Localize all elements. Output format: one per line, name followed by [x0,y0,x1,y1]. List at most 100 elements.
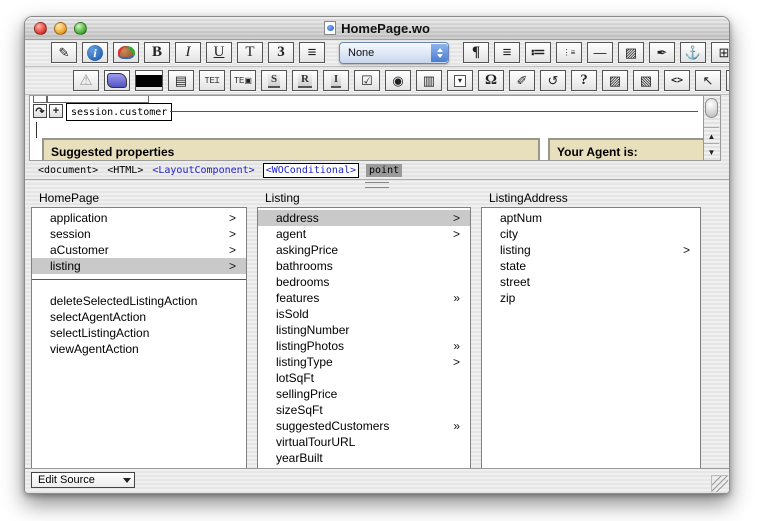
key-row[interactable]: address > [258,210,470,226]
scrollbar-thumb[interactable] [705,98,718,118]
frames-button[interactable]: ⊞ [711,42,730,63]
key-row[interactable]: zip [482,290,700,306]
image-button[interactable]: ▨ [618,42,644,63]
key-row[interactable]: lotSqFt [258,370,470,386]
black-swatch-icon[interactable] [135,70,163,91]
splitter-grip-icon[interactable] [365,182,389,188]
icon-glyph [118,46,135,59]
path-token[interactable]: <document> [37,164,99,177]
anchor-icon[interactable]: ⚓ [680,42,706,63]
key-row[interactable]: listing > [482,242,700,258]
action-row[interactable]: selectListingAction [32,325,246,341]
warning-icon[interactable]: ⚠ [73,70,99,91]
edit-pane[interactable]: ↷ + session.customer Suggested propertie… [29,95,721,161]
browser-list-button[interactable]: ▥ [416,70,442,91]
path-token[interactable]: point [366,164,402,177]
numbered-list-button[interactable]: ⋮≡ [556,42,582,63]
text-area-button[interactable]: TE▣ [230,70,256,91]
style-popup[interactable]: None [339,42,449,64]
add-binding-button[interactable]: + [49,104,63,118]
horizontal-rule-button[interactable]: — [587,42,613,63]
key-row[interactable]: yearBuilt [258,450,470,466]
scroll-up-button[interactable]: ▲ [704,127,719,144]
icon-glyph: ≡ [503,45,512,60]
path-token[interactable]: <WOConditional> [263,163,359,178]
pen-icon[interactable]: ✐ [509,70,535,91]
suggested-properties-cell[interactable]: Suggested properties [42,138,540,161]
key-row[interactable]: features » [258,290,470,306]
reset-button-icon[interactable]: R [292,70,318,91]
component-content-icon[interactable] [104,70,130,91]
edit-pane-scrollbar[interactable]: ▲ ▼ [703,96,720,160]
key-row[interactable]: isSold [258,306,470,322]
bullet-list-button[interactable]: ≔ [525,42,551,63]
key-row[interactable]: agent > [258,226,470,242]
close-button[interactable] [34,22,47,35]
text-field-button[interactable]: TEꞮ [199,70,225,91]
your-agent-cell[interactable]: Your Agent is: [548,138,708,161]
info-icon[interactable]: i [82,42,108,63]
popup-menu-button[interactable]: ▾ [447,70,473,91]
heading-button[interactable]: 3 [268,42,294,63]
minimize-button[interactable] [54,22,67,35]
submit-button-icon[interactable]: S [261,70,287,91]
key-row[interactable]: application > [32,210,246,226]
key-row[interactable]: aptNum [482,210,700,226]
java-applet-icon[interactable]: ☕ [726,70,730,91]
title-bar[interactable]: HomePage.wo [25,17,729,40]
key-row[interactable]: city [482,226,700,242]
image-button-icon[interactable]: I [323,70,349,91]
condition-binding-box[interactable]: session.customer [66,103,172,121]
action-row[interactable]: deleteSelectedListingAction [32,293,246,309]
radio-button-icon[interactable]: ◉ [385,70,411,91]
edit-mode-popup[interactable]: Edit Source [31,472,135,488]
key-row[interactable]: session > [32,226,246,242]
zoom-button[interactable] [74,22,87,35]
key-row[interactable]: suggestedCustomers » [258,418,470,434]
action-row[interactable]: viewAgentAction [32,341,246,357]
pane-splitter[interactable] [25,180,729,189]
active-image-icon[interactable]: ▧ [633,70,659,91]
text-style-button[interactable]: T [237,42,263,63]
image-element-icon[interactable]: ▨ [602,70,628,91]
person-icon[interactable]: Ω [478,70,504,91]
conditional-loop-icon[interactable]: ↷ [33,104,47,118]
key-row[interactable]: listingPhotos » [258,338,470,354]
icon-glyph: ▧ [640,74,652,87]
icon-glyph: ✐ [517,74,528,87]
reset-arrow-icon[interactable]: ↺ [540,70,566,91]
scroll-down-button[interactable]: ▼ [704,143,719,160]
key-row[interactable]: bathrooms [258,258,470,274]
key-row[interactable]: askingPrice [258,242,470,258]
key-row[interactable]: street [482,274,700,290]
key-row[interactable]: listingNumber [258,322,470,338]
key-label: sizeSqFt [276,403,323,417]
paragraph-button[interactable]: ¶ [463,42,489,63]
key-row[interactable]: aCustomer > [32,242,246,258]
key-row[interactable]: sizeSqFt [258,402,470,418]
key-row[interactable]: listingType > [258,354,470,370]
definition-list-button[interactable]: ≡ [494,42,520,63]
key-row[interactable]: state [482,258,700,274]
help-button[interactable]: ? [571,70,597,91]
component-cursor-icon[interactable]: ↖ [695,70,721,91]
chevron-icon: > [229,258,236,274]
italic-button[interactable]: I [175,42,201,63]
key-row[interactable]: bedrooms [258,274,470,290]
path-token[interactable]: <HTML> [106,164,144,177]
hyperlink-pen-icon[interactable]: ✒ [649,42,675,63]
key-row[interactable]: listing > [32,258,246,274]
key-row[interactable]: virtualTourURL [258,434,470,450]
inspector-icon[interactable]: ✎ [51,42,77,63]
color-palette-icon[interactable] [113,42,139,63]
form-button[interactable]: ▤ [168,70,194,91]
path-token[interactable]: <LayoutComponent> [151,164,255,177]
action-row[interactable]: selectAgentAction [32,309,246,325]
key-row[interactable]: sellingPrice [258,386,470,402]
resize-grip[interactable] [711,475,728,492]
underline-button[interactable]: U [206,42,232,63]
embedded-html-button[interactable]: <> [664,70,690,91]
bold-button[interactable]: B [144,42,170,63]
alignment-button[interactable]: ≡ [299,42,325,63]
checkbox-button[interactable]: ☑ [354,70,380,91]
